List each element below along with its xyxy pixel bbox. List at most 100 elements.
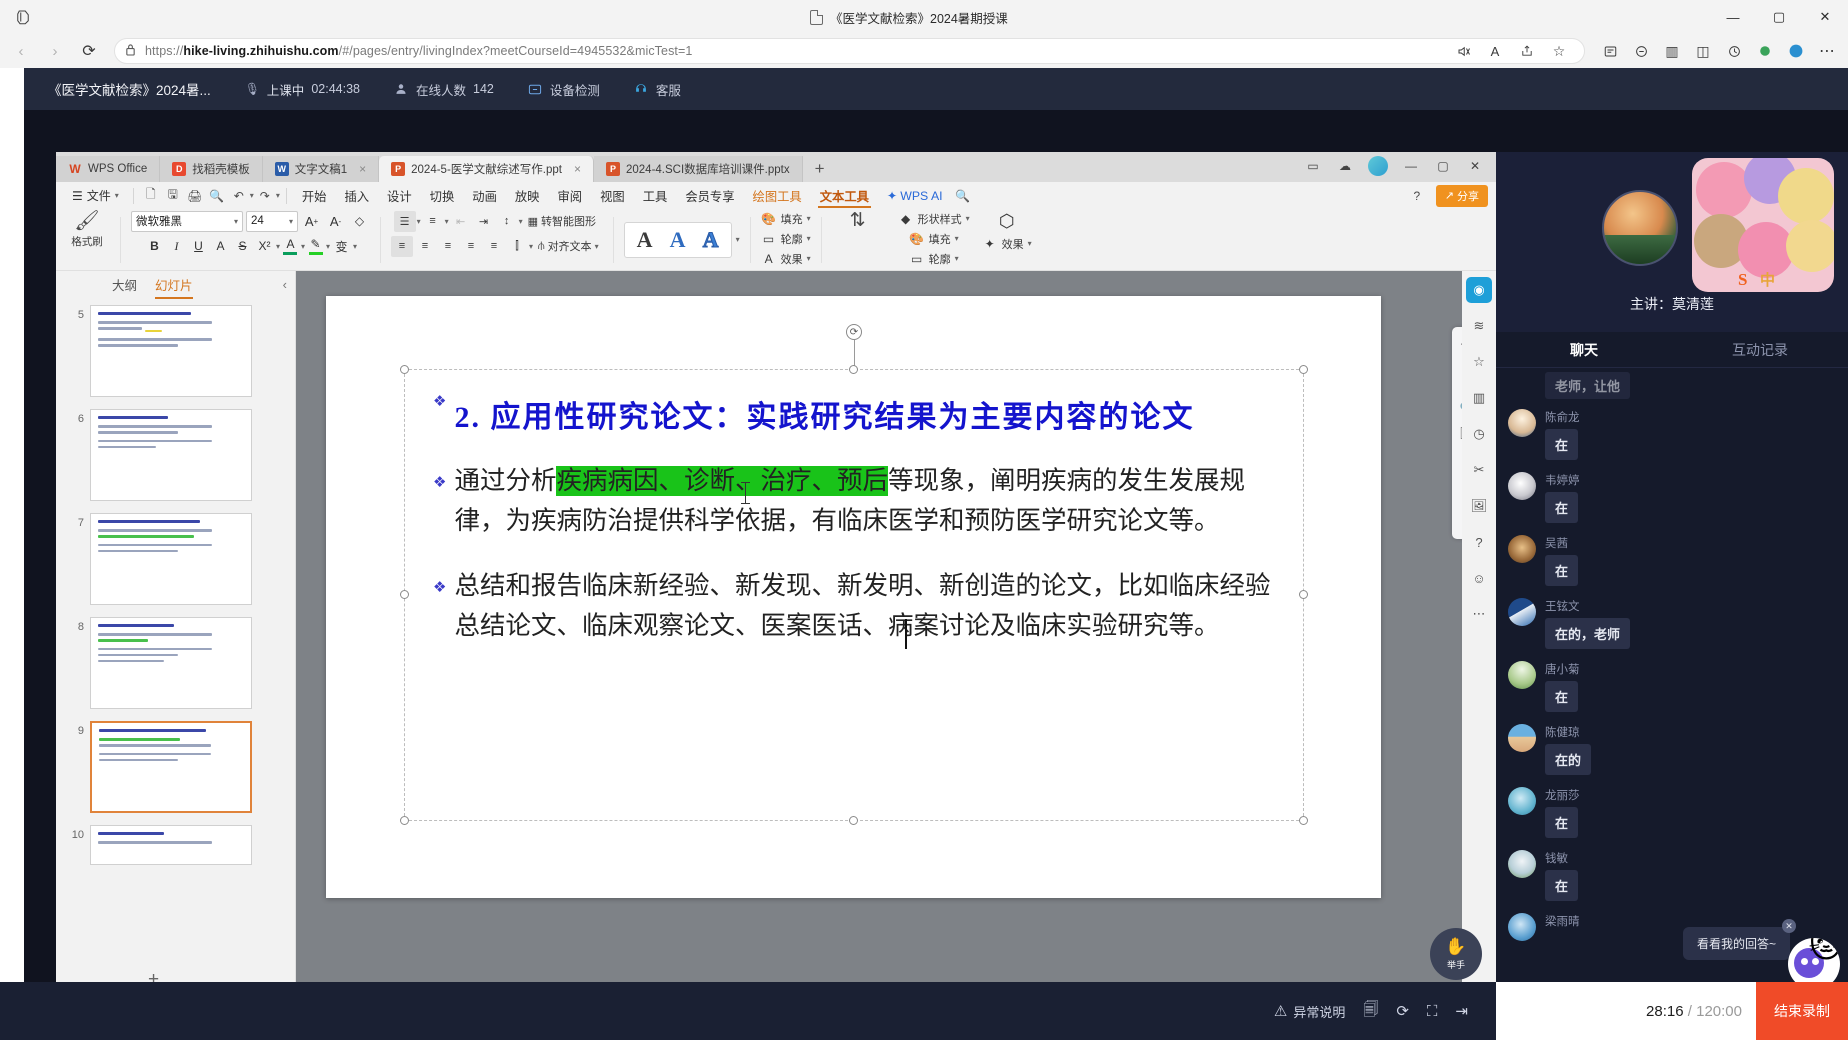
- collapse-panel-icon[interactable]: ‹: [283, 277, 287, 292]
- avatar[interactable]: [1508, 724, 1536, 752]
- decrease-font-size-button[interactable]: A-: [325, 211, 346, 232]
- menu-item-member[interactable]: 会员专享: [676, 184, 743, 208]
- wordart-gallery[interactable]: A A A: [623, 221, 732, 258]
- chevron-down-icon[interactable]: ▾: [519, 217, 523, 226]
- address-bar[interactable]: https://hike-living.zhihuishu.com/#/page…: [114, 38, 1585, 64]
- columns-button[interactable]: ⫿: [506, 236, 528, 257]
- tab-outline[interactable]: 大纲: [112, 275, 137, 298]
- print-preview-icon[interactable]: 🔍: [206, 185, 228, 207]
- read-aloud-icon[interactable]: A: [1480, 36, 1510, 66]
- menu-item-drawing-tools[interactable]: 绘图工具: [744, 184, 811, 208]
- fullscreen-button[interactable]: ⛶: [1427, 1003, 1438, 1020]
- chevron-down-icon[interactable]: ▾: [301, 242, 305, 251]
- chevron-down-icon[interactable]: ▾: [417, 217, 421, 226]
- shape-fill-button[interactable]: 🎨 填充 ▾: [909, 231, 959, 247]
- maximize-button[interactable]: ▢: [1756, 0, 1802, 34]
- text-outline-button[interactable]: ▭ 轮廓 ▾: [761, 231, 811, 247]
- tab-slides[interactable]: 幻灯片: [155, 275, 193, 299]
- menu-item-view[interactable]: 视图: [591, 184, 634, 208]
- copilot-sidebar-icon[interactable]: [1626, 36, 1656, 66]
- increase-indent-button[interactable]: ⇥: [473, 211, 495, 232]
- close-icon[interactable]: ✕: [1782, 919, 1796, 933]
- font-color-button[interactable]: A: [281, 237, 300, 255]
- thumbnail-preview[interactable]: [90, 721, 252, 813]
- support-button[interactable]: 客服: [634, 80, 681, 99]
- avatar[interactable]: [1508, 598, 1536, 626]
- menu-item-design[interactable]: 设计: [378, 184, 421, 208]
- thumbnail-preview[interactable]: [90, 305, 252, 397]
- rotate-handle[interactable]: ⟳: [846, 324, 862, 340]
- list-item[interactable]: 7: [64, 513, 295, 605]
- superscript-button[interactable]: X²: [254, 236, 275, 257]
- share-icon[interactable]: [1512, 36, 1542, 66]
- undo-icon[interactable]: ↶: [228, 185, 250, 207]
- shape-outline-button[interactable]: ▭ 轮廓 ▾: [909, 251, 959, 267]
- close-tab-icon[interactable]: ×: [574, 162, 581, 176]
- menu-item-wps-ai[interactable]: ✦ WPS AI: [878, 184, 952, 208]
- tab-chat[interactable]: 聊天: [1496, 340, 1672, 360]
- save-icon[interactable]: 🖫: [162, 185, 184, 207]
- decrease-indent-button[interactable]: ⇤: [450, 211, 472, 232]
- format-painter-button[interactable]: 🖌 格式刷: [64, 211, 110, 269]
- dock-cut-icon[interactable]: ✂: [1466, 457, 1492, 483]
- cloud-sync-icon[interactable]: ☁: [1330, 154, 1360, 178]
- collections-icon[interactable]: ◫: [1688, 36, 1718, 66]
- settings-menu-icon[interactable]: ⋯: [1812, 36, 1842, 66]
- toggle-panel-button[interactable]: ⇥: [1455, 1002, 1468, 1020]
- chat-message-list[interactable]: 老师，让他 陈俞龙 在 韦婷婷 在 吴茜 在 王铉文 在的，老师 唐小菊 在 陈…: [1496, 368, 1848, 1014]
- minimize-button[interactable]: —: [1710, 0, 1756, 34]
- wps-tab-ppt-1[interactable]: P 2024-5-医学文献综述写作.ppt ×: [379, 156, 594, 182]
- resize-handle-ml[interactable]: [400, 590, 409, 599]
- text-fill-button[interactable]: 🎨 填充 ▾: [761, 211, 811, 227]
- chevron-down-icon[interactable]: ▾: [529, 242, 533, 251]
- stop-recording-button[interactable]: 结束录制: [1756, 982, 1848, 1040]
- underline-button[interactable]: U: [188, 236, 209, 257]
- doc-check-button[interactable]: 🗐: [1363, 999, 1378, 1024]
- text-placeholder[interactable]: ⟳ ❖ 2. 应用性研究论文：实践研究结果为主要内容的论文 ❖ 通过分析疾病病因…: [400, 324, 1308, 825]
- avatar[interactable]: [1508, 661, 1536, 689]
- menu-item-start[interactable]: 开始: [293, 184, 336, 208]
- thumbnail-preview[interactable]: [90, 825, 252, 865]
- forward-button[interactable]: ›: [40, 36, 70, 66]
- avatar[interactable]: [1508, 787, 1536, 815]
- menu-item-tools[interactable]: 工具: [634, 184, 677, 208]
- raise-hand-button[interactable]: ✋ 举手: [1430, 928, 1482, 980]
- thumbnail-list[interactable]: 5 6 7 8 9 10: [56, 305, 295, 1005]
- increase-font-size-button[interactable]: A +: [301, 211, 322, 232]
- print-icon[interactable]: 🖨: [184, 185, 206, 207]
- avatar[interactable]: [1508, 409, 1536, 437]
- list-item[interactable]: 10: [64, 825, 295, 865]
- resize-handle-tc[interactable]: [849, 365, 858, 374]
- anomaly-note-button[interactable]: ⚠ 异常说明: [1274, 1002, 1345, 1021]
- redo-chevron-icon[interactable]: ▾: [276, 191, 280, 200]
- wps-tab-docer[interactable]: D 找稻壳模板: [160, 156, 263, 182]
- favorite-icon[interactable]: ☆: [1544, 36, 1574, 66]
- chevron-down-icon[interactable]: ▾: [353, 242, 357, 251]
- bold-button[interactable]: B: [144, 236, 165, 257]
- wordart-style-3[interactable]: A: [696, 225, 726, 255]
- thumbnail-preview[interactable]: [90, 513, 252, 605]
- mascot-tooltip[interactable]: 看看我的回答~ ✕: [1682, 919, 1796, 960]
- thumbnail-preview[interactable]: [90, 409, 252, 501]
- resize-handle-tr[interactable]: [1299, 365, 1308, 374]
- avatar[interactable]: [1368, 156, 1388, 176]
- chevron-down-icon[interactable]: ▾: [326, 242, 330, 251]
- refresh-button[interactable]: ⟳: [1396, 1002, 1409, 1020]
- dock-template-icon[interactable]: ▥: [1466, 385, 1492, 411]
- resize-handle-mr[interactable]: [1299, 590, 1308, 599]
- list-item[interactable]: 8: [64, 617, 295, 709]
- browser-tab[interactable]: 《医学文献检索》2024暑期授课: [796, 3, 1022, 31]
- avatar[interactable]: [1508, 535, 1536, 563]
- dock-favorites-icon[interactable]: ☆: [1466, 349, 1492, 375]
- back-button[interactable]: ‹: [6, 36, 36, 66]
- close-button[interactable]: ✕: [1802, 0, 1848, 34]
- list-item[interactable]: 5: [64, 305, 295, 397]
- avatar[interactable]: [1508, 472, 1536, 500]
- search-icon[interactable]: 🔍: [952, 185, 974, 207]
- justify-button[interactable]: ≡: [460, 236, 482, 257]
- menu-item-insert[interactable]: 插入: [335, 184, 378, 208]
- align-center-button[interactable]: ≡: [414, 236, 436, 257]
- thumbnail-preview[interactable]: [90, 617, 252, 709]
- resize-handle-bc[interactable]: [849, 816, 858, 825]
- avatar[interactable]: [1508, 913, 1536, 941]
